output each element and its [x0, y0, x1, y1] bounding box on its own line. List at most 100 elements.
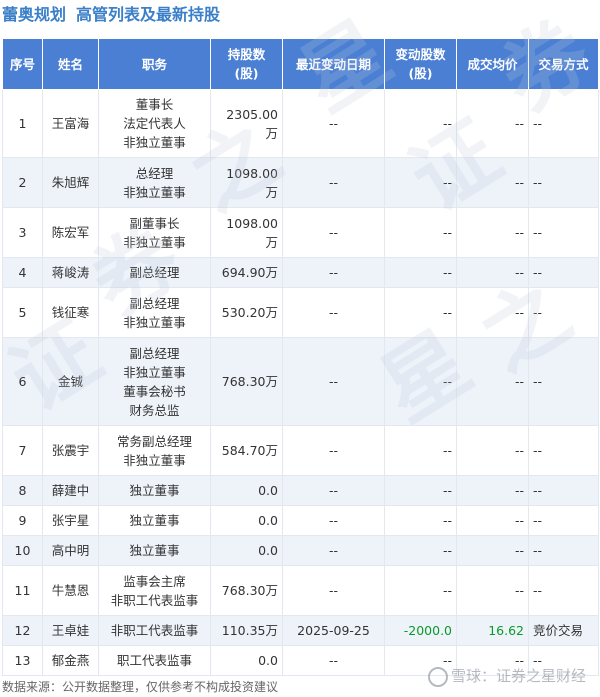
position-line: 副总经理: [129, 345, 180, 361]
header-change-shares: 变动股数 (股): [384, 38, 457, 90]
cell-change-date: --: [282, 565, 385, 616]
cell-trade-method: --: [528, 535, 599, 566]
cell-seq: 11: [2, 565, 43, 616]
cell-change-date: --: [282, 207, 385, 258]
cell-name: 高中明: [42, 535, 99, 566]
cell-seq: 5: [2, 287, 43, 338]
cell-trade-method: --: [528, 89, 599, 158]
cell-change-shares: --: [384, 257, 457, 288]
cell-change-date: --: [282, 89, 385, 158]
position-line: 常务副总经理: [116, 433, 192, 449]
cell-trade-method: --: [528, 475, 599, 506]
position-line: 副总经理: [129, 295, 180, 311]
cell-position: 非职工代表监事: [98, 615, 211, 646]
header-text: 最近变动日期: [295, 56, 371, 72]
header-last-change-date: 最近变动日期: [282, 38, 385, 90]
cell-name: 牛慧恩: [42, 565, 99, 616]
table-row: 5 钱征寒 副总经理 非独立董事 530.20万 -- -- -- --: [2, 287, 599, 338]
cell-position: 副董事长 非独立董事: [98, 207, 211, 258]
cell-avg-price: --: [456, 337, 529, 426]
cell-shares: 0.0: [210, 535, 283, 566]
cell-trade-method: --: [528, 337, 599, 426]
position-line: 法定代表人: [123, 116, 186, 131]
cell-name: 金铖: [42, 337, 99, 426]
cell-position: 独立董事: [98, 535, 211, 566]
cell-shares: 694.90万: [210, 257, 283, 288]
cell-trade-method: --: [528, 565, 599, 616]
header-text: 职务: [141, 56, 167, 72]
brand-watermark: 雪球：证券之星财经: [427, 665, 586, 687]
cell-shares: 768.30万: [210, 565, 283, 616]
position-line: 职工代表监事: [116, 653, 192, 668]
cell-avg-price: --: [456, 425, 529, 476]
cell-shares: 768.30万: [210, 337, 283, 426]
page-title: 蕾奥规划 高管列表及最新持股: [0, 0, 600, 30]
header-text: (股): [234, 66, 259, 81]
header-avg-price: 成交均价: [456, 38, 529, 90]
cell-trade-method: --: [528, 207, 599, 258]
cell-seq: 2: [2, 157, 43, 208]
position-line: 副总经理: [129, 265, 180, 280]
table-header-row: 序号 姓名 职务 持股数 (股) 最近变动日期 变动股数 (股) 成交均价 交易方式: [2, 38, 599, 90]
position-line: 监事会主席: [123, 573, 186, 589]
position-line: 非独立董事: [123, 135, 186, 150]
cell-change-date: --: [282, 257, 385, 288]
table-row: 8 薛建中 独立董事 0.0 -- -- -- --: [2, 475, 599, 506]
cell-seq: 7: [2, 425, 43, 476]
table-row: 11 牛慧恩 监事会主席 非职工代表监事 768.30万 -- -- -- --: [2, 565, 599, 616]
cell-change-date: --: [282, 287, 385, 338]
header-text: 交易方式: [538, 56, 589, 72]
cell-name: 王富海: [42, 89, 99, 158]
position-line: 董事长: [135, 97, 174, 112]
cell-avg-price: --: [456, 207, 529, 258]
cell-name: 陈宏军: [42, 207, 99, 258]
cell-change-shares: --: [384, 157, 457, 208]
table-row: 1 王富海 董事长 法定代表人 非独立董事 2305.00万 -- -- -- --: [2, 89, 599, 158]
cell-position: 董事长法定代表人非独立董事: [98, 89, 211, 158]
table-row: 7 张震宇 常务副总经理 非独立董事 584.70万 -- -- -- --: [2, 425, 599, 476]
cell-trade-method: --: [528, 287, 599, 338]
cell-name: 薛建中: [42, 475, 99, 506]
cell-name: 朱旭辉: [42, 157, 99, 208]
snowball-logo-icon: [427, 666, 448, 687]
brand-text: 雪球：证券之星财经: [450, 667, 586, 685]
cell-change-shares: -2000.0: [384, 615, 457, 646]
cell-avg-price: --: [456, 535, 529, 566]
cell-name: 王卓娃: [42, 615, 99, 646]
cell-seq: 8: [2, 475, 43, 506]
cell-trade-method: --: [528, 157, 599, 208]
cell-seq: 13: [2, 645, 43, 676]
cell-shares: 530.20万: [210, 287, 283, 338]
cell-trade-method: --: [528, 505, 599, 536]
position-line: 独立董事: [129, 543, 180, 558]
table-row: 12 王卓娃 非职工代表监事 110.35万 2025-09-25 -2000.0 16.6…: [2, 615, 599, 646]
cell-change-date: --: [282, 535, 385, 566]
position-line: 非职工代表监事: [110, 623, 199, 638]
table-row: 6 金铖 副总经理 非独立董事 董事会秘书 财务总监 768.30万 -- -- -- --: [2, 337, 599, 426]
cell-trade-method: --: [528, 257, 599, 288]
header-text: 变动股数: [395, 47, 446, 62]
cell-change-shares: --: [384, 535, 457, 566]
header-name: 姓名: [42, 38, 99, 90]
header-position: 职务: [98, 38, 211, 90]
cell-seq: 10: [2, 535, 43, 566]
position-line: 非独立董事: [123, 184, 186, 200]
cell-shares: 1098.00万: [210, 157, 283, 208]
position-line: 独立董事: [129, 513, 180, 528]
position-line: 总经理: [135, 165, 174, 181]
position-line: 非独立董事: [123, 314, 186, 330]
cell-avg-price: --: [456, 157, 529, 208]
company-name: 蕾奥规划: [2, 5, 67, 24]
cell-name: 张宇星: [42, 505, 99, 536]
cell-shares: 0.0: [210, 475, 283, 506]
cell-shares: 584.70万: [210, 425, 283, 476]
cell-position: 常务副总经理 非独立董事: [98, 425, 211, 476]
cell-trade-method: --: [528, 425, 599, 476]
cell-seq: 9: [2, 505, 43, 536]
cell-avg-price: --: [456, 287, 529, 338]
cell-avg-price: --: [456, 89, 529, 158]
cell-change-date: 2025-09-25: [282, 615, 385, 646]
cell-position: 副总经理 非独立董事: [98, 287, 211, 338]
cell-position: 职工代表监事: [98, 645, 211, 676]
cell-change-shares: --: [384, 337, 457, 426]
